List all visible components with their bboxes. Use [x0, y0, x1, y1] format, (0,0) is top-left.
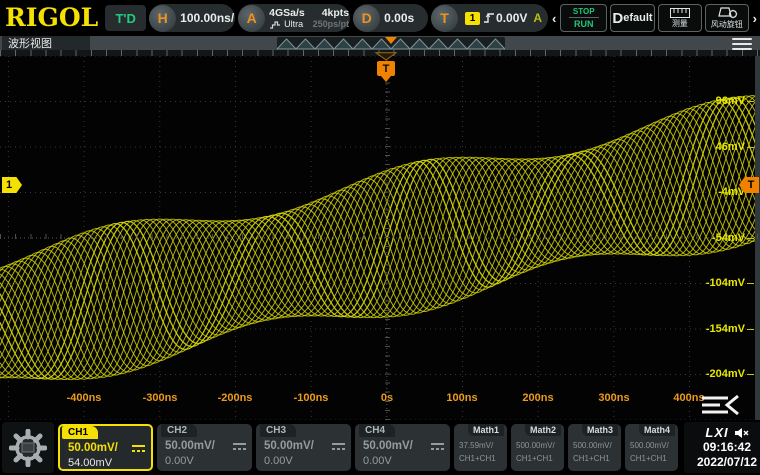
math4-tab[interactable]: Math4: [639, 424, 675, 436]
time-label: -400ns: [54, 392, 114, 404]
acquisition-group[interactable]: A 4GSa/s 4kpts Ultra 250ps/pt: [238, 4, 350, 32]
toolbar-next-arrow[interactable]: ›: [752, 11, 758, 26]
time-label: 300ns: [584, 392, 644, 404]
math1-tab[interactable]: Math1: [468, 424, 504, 436]
math2-tab[interactable]: Math2: [525, 424, 561, 436]
timebase-value: 100.00ns/: [180, 11, 234, 25]
ch1-scale: 50.00mV/: [68, 441, 118, 456]
settings-gear-button[interactable]: [2, 422, 54, 473]
gear-icon: [9, 429, 47, 467]
center-horizontal-axis-ticks: [0, 234, 760, 239]
t-knob-icon[interactable]: T: [431, 5, 458, 32]
delay-value: 0.00s: [384, 11, 414, 25]
math4-expr: CH1+CH1: [630, 452, 675, 465]
trigger-status-badge[interactable]: T'D: [105, 5, 146, 31]
oscilloscope-screen: RIGOL T'D H 100.00ns/ A 4GSa/s 4kpts Ult…: [0, 0, 760, 475]
dc-coupling-icon: [233, 443, 246, 451]
acquire-mode: Ultra: [284, 19, 303, 30]
math2-scale: 500.00mV/: [516, 439, 561, 452]
ch2-scale: 50.00mV/: [165, 439, 215, 454]
dc-coupling-icon: [132, 445, 145, 453]
trigger-level: 0.00V: [496, 11, 527, 25]
time-label: 0s: [357, 392, 417, 404]
math3-scale: 500.00mV/: [573, 439, 618, 452]
math3-tab[interactable]: Math3: [582, 424, 618, 436]
ch3-scale: 50.00mV/: [264, 439, 314, 454]
trigger-position-triangle-icon[interactable]: [385, 37, 397, 44]
sample-rate: 4GSa/s: [269, 8, 305, 19]
trigger-slope-icon: [483, 11, 496, 25]
menu-hamburger-icon[interactable]: [732, 38, 752, 50]
math4-scale: 500.00mV/: [630, 439, 675, 452]
knob-icon: [716, 7, 738, 19]
acquire-mode-icon: [269, 20, 282, 29]
waveform-view-tab[interactable]: 波形视图: [2, 36, 90, 50]
math1-scale: 37.59mV/: [459, 439, 504, 452]
toolbar-prev-arrow[interactable]: ‹: [551, 11, 557, 26]
top-status-bar: RIGOL T'D H 100.00ns/ A 4GSa/s 4kpts Ult…: [0, 0, 760, 36]
channel-card-ch3[interactable]: CH3 50.00mV/ 0.00V: [256, 424, 351, 471]
trigger-flag-pointer-icon: [381, 76, 391, 82]
voltage-label: -154mV: [706, 322, 745, 336]
time-label: -300ns: [130, 392, 190, 404]
voltage-label: -54mV: [712, 231, 745, 245]
trigger-group[interactable]: T 1 0.00V A: [431, 4, 548, 32]
math3-expr: CH1+CH1: [573, 452, 618, 465]
ch3-offset: 0.00V: [264, 454, 345, 468]
math-card-math4[interactable]: Math4 500.00mV/ CH1+CH1: [625, 424, 678, 471]
math-card-math3[interactable]: Math3 500.00mV/ CH1+CH1: [568, 424, 621, 471]
channel-card-ch4[interactable]: CH4 50.00mV/ 0.00V: [355, 424, 450, 471]
h-knob-icon[interactable]: H: [149, 5, 176, 32]
ch4-offset: 0.00V: [363, 454, 444, 468]
d-knob-icon[interactable]: D: [353, 5, 380, 32]
ruler-icon: [670, 8, 690, 18]
math2-expr: CH1+CH1: [516, 452, 561, 465]
rigol-logo: RIGOL: [5, 0, 98, 36]
time-label: -200ns: [205, 392, 265, 404]
math-card-math1[interactable]: Math1 37.59mV/ CH1+CH1: [454, 424, 507, 471]
trigger-source-badge: 1: [465, 12, 480, 25]
delay-group[interactable]: D 0.00s: [353, 4, 428, 32]
voltage-label: 96mV: [716, 94, 745, 108]
voltage-label: 46mV: [716, 140, 745, 154]
voltage-label: -104mV: [706, 276, 745, 290]
horizontal-group[interactable]: H 100.00ns/: [149, 4, 235, 32]
system-date: 2022/07/12: [697, 455, 757, 470]
timebase-overview-bar[interactable]: [277, 37, 505, 50]
trigger-sweep-mode: A: [533, 11, 542, 25]
display-menu-icon[interactable]: [700, 394, 742, 416]
stop-run-button[interactable]: STOP RUN: [560, 4, 607, 32]
lxi-label: LXI: [705, 425, 728, 440]
trigger-position-outline-icon: [374, 52, 398, 61]
measure-button[interactable]: 测量: [658, 4, 702, 32]
time-label: 200ns: [508, 392, 568, 404]
bottom-channel-bar: CH1 50.00mV/ 54.00mV CH2 50.00mV/ 0.00V …: [0, 420, 760, 475]
math1-expr: CH1+CH1: [459, 452, 504, 465]
memory-depth: 4kpts: [322, 8, 349, 19]
center-vertical-axis-ticks: [385, 56, 390, 420]
ch3-tab[interactable]: CH3: [260, 424, 296, 437]
system-status-box[interactable]: LXI 09:16:42 2022/07/12: [684, 422, 760, 473]
ch4-scale: 50.00mV/: [363, 439, 413, 454]
ch1-offset: 54.00mV: [68, 456, 145, 470]
dc-coupling-icon: [431, 443, 444, 451]
default-button[interactable]: Default: [610, 4, 655, 32]
virtual-knob-button[interactable]: 风动旋钮: [705, 4, 749, 32]
sample-resolution: 250ps/pt: [313, 19, 350, 30]
math-card-math2[interactable]: Math2 500.00mV/ CH1+CH1: [511, 424, 564, 471]
trigger-flag[interactable]: T: [377, 61, 395, 76]
time-label: 100ns: [432, 392, 492, 404]
voltage-label: -204mV: [706, 367, 745, 381]
time-label: -100ns: [281, 392, 341, 404]
channel-card-ch2[interactable]: CH2 50.00mV/ 0.00V: [157, 424, 252, 471]
channel-card-ch1[interactable]: CH1 50.00mV/ 54.00mV: [58, 424, 153, 471]
a-knob-icon[interactable]: A: [238, 5, 265, 32]
ch4-tab[interactable]: CH4: [359, 424, 395, 437]
dc-coupling-icon: [332, 443, 345, 451]
system-time: 09:16:42: [703, 440, 751, 455]
ch1-tab[interactable]: CH1: [62, 426, 98, 439]
ch2-offset: 0.00V: [165, 454, 246, 468]
ch2-tab[interactable]: CH2: [161, 424, 197, 437]
speaker-muted-icon: [734, 427, 749, 439]
